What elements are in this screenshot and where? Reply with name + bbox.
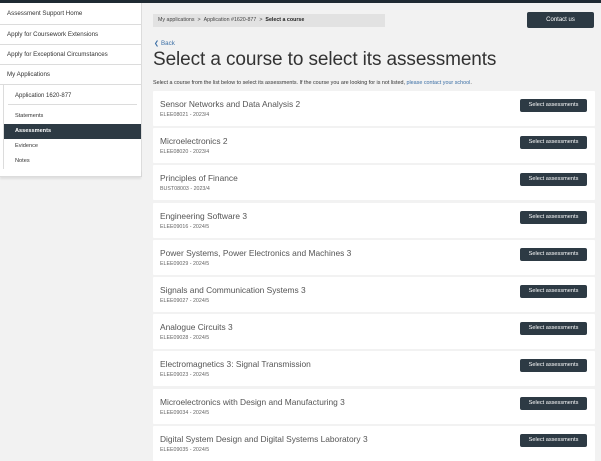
course-row: Microelectronics with Design and Manufac… bbox=[153, 388, 595, 424]
course-code: ELEE09034 - 2024/5 bbox=[160, 409, 210, 416]
breadcrumb: My applications > Application #1620-877 > Se… bbox=[153, 14, 385, 27]
course-row: Microelectronics 2 ELEE08020 - 2023/4 Sele… bbox=[153, 128, 595, 164]
back-label: Back bbox=[161, 40, 175, 47]
course-name: Digital System Design and Digital System… bbox=[160, 433, 368, 444]
course-name: Engineering Software 3 bbox=[160, 210, 248, 221]
select-assessments-button[interactable]: Select assessments bbox=[520, 433, 587, 447]
sidebar-divider bbox=[0, 169, 141, 177]
back-link[interactable]: ❮ Back bbox=[154, 40, 175, 47]
course-code: ELEE08020 - 2023/4 bbox=[160, 149, 210, 156]
select-assessments-button[interactable]: Select assessments bbox=[520, 136, 587, 150]
select-assessments-button[interactable]: Select assessments bbox=[520, 210, 587, 224]
select-assessments-button[interactable]: Select assessments bbox=[520, 322, 587, 336]
select-assessments-button[interactable]: Select assessments bbox=[520, 99, 587, 112]
sidebar-link-coursework-extensions[interactable]: Apply for Coursework Extensions bbox=[0, 25, 141, 45]
course-name: Sensor Networks and Data Analysis 2 bbox=[160, 99, 301, 109]
sidebar-item-notes[interactable]: Notes bbox=[4, 154, 141, 169]
sidebar-item-evidence[interactable]: Evidence bbox=[4, 139, 141, 154]
breadcrumb-my-applications[interactable]: My applications bbox=[158, 17, 195, 23]
select-assessments-button[interactable]: Select assessments bbox=[520, 396, 587, 410]
application-group: Application 1620-877 Statements Assessme… bbox=[3, 85, 141, 169]
breadcrumb-separator: > bbox=[197, 17, 201, 23]
select-assessments-button[interactable]: Select assessments bbox=[520, 173, 587, 187]
select-assessments-button[interactable]: Select assessments bbox=[520, 247, 587, 261]
course-row: Sensor Networks and Data Analysis 2 ELEE0… bbox=[153, 91, 595, 126]
course-row: Signals and Communication Systems 3 ELEE0… bbox=[153, 276, 595, 312]
course-row: Analogue Circuits 3 ELEE09028 - 2024/5 Sel… bbox=[153, 314, 595, 350]
contact-school-link[interactable]: please contact your school bbox=[406, 80, 470, 86]
course-list: Sensor Networks and Data Analysis 2 ELEE0… bbox=[153, 91, 595, 461]
breadcrumb-application[interactable]: Application #1620-877 bbox=[204, 17, 257, 23]
course-code: BUST08003 - 2023/4 bbox=[160, 186, 210, 193]
sidebar-link-my-applications[interactable]: My Applications bbox=[0, 65, 141, 85]
course-code: ELEE09029 - 2024/5 bbox=[160, 260, 210, 267]
course-name: Analogue Circuits 3 bbox=[160, 322, 233, 333]
course-code: ELEE09023 - 2024/5 bbox=[160, 372, 210, 379]
select-assessments-button[interactable]: Select assessments bbox=[520, 359, 587, 373]
course-code: ELEE09028 - 2024/5 bbox=[160, 335, 210, 342]
course-name: Signals and Communication Systems 3 bbox=[160, 284, 306, 295]
intro-text: Select a course from the list below to s… bbox=[153, 80, 598, 86]
course-name: Microelectronics with Design and Manufac… bbox=[160, 396, 345, 407]
course-row: Engineering Software 3 ELEE09016 - 2024/5… bbox=[153, 202, 595, 238]
course-row: Electromagnetics 3: Signal Transmission E… bbox=[153, 351, 595, 387]
course-code: ELEE08021 - 2023/4 bbox=[160, 112, 210, 118]
course-code: ELEE09035 - 2024/5 bbox=[160, 446, 210, 453]
sidebar-item-assessments[interactable]: Assessments bbox=[4, 124, 141, 139]
sidebar-application-label[interactable]: Application 1620-877 bbox=[8, 88, 137, 105]
intro-text-body: Select a course from the list below to s… bbox=[153, 80, 407, 86]
course-code: ELEE09027 - 2024/5 bbox=[160, 297, 210, 304]
sidebar-link-exceptional-circumstances[interactable]: Apply for Exceptional Circumstances bbox=[0, 45, 141, 65]
sidebar-link-assessment-support-home[interactable]: Assessment Support Home bbox=[0, 3, 141, 25]
course-row: Digital System Design and Digital System… bbox=[153, 425, 595, 461]
course-name: Power Systems, Power Electronics and Mac… bbox=[160, 247, 352, 258]
select-assessments-button[interactable]: Select assessments bbox=[520, 284, 587, 298]
course-code: ELEE09016 - 2024/5 bbox=[160, 223, 210, 230]
breadcrumb-current: Select a course bbox=[265, 17, 305, 23]
course-name: Electromagnetics 3: Signal Transmission bbox=[160, 359, 311, 370]
chevron-left-icon: ❮ bbox=[154, 41, 160, 47]
sidebar: Assessment Support Home Apply for Course… bbox=[0, 3, 142, 177]
sidebar-item-statements[interactable]: Statements bbox=[4, 109, 141, 124]
course-name: Principles of Finance bbox=[160, 173, 238, 184]
intro-text-end: . bbox=[470, 80, 472, 86]
course-name: Microelectronics 2 bbox=[160, 136, 228, 147]
contact-us-button[interactable]: Contact us bbox=[527, 12, 594, 28]
page-title: Select a course to select its assessment… bbox=[153, 49, 497, 70]
course-row: Principles of Finance BUST08003 - 2023/4 S… bbox=[153, 165, 595, 201]
breadcrumb-separator: > bbox=[259, 17, 263, 23]
course-row: Power Systems, Power Electronics and Mac… bbox=[153, 239, 595, 275]
